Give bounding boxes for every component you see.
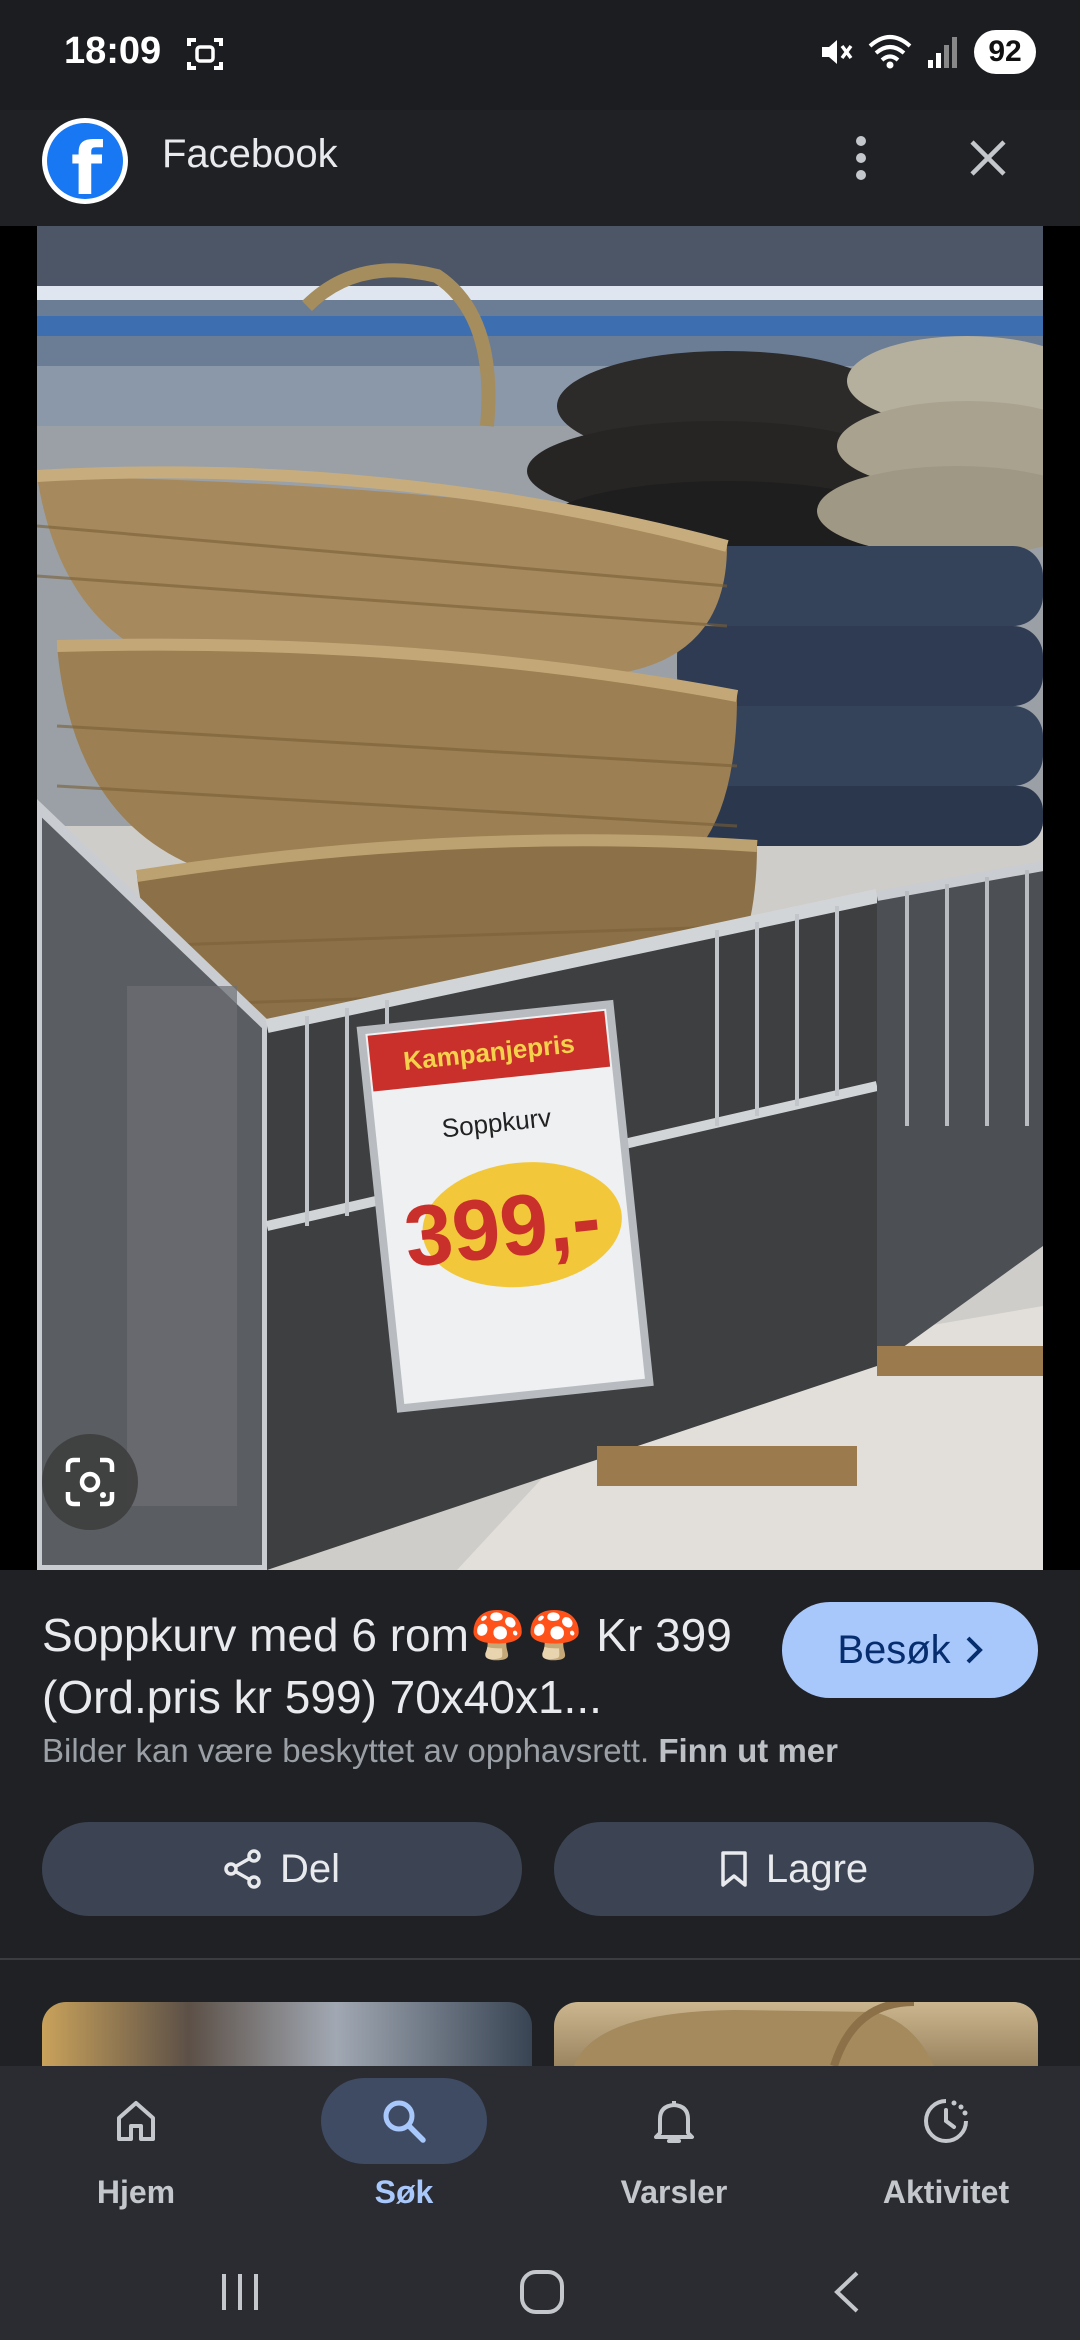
signal-icon — [926, 34, 960, 70]
page-title: Facebook — [162, 132, 338, 176]
system-home-icon — [520, 2270, 564, 2314]
share-button[interactable]: Del — [42, 1822, 522, 1916]
share-icon — [224, 1849, 261, 1889]
nav-item-activity[interactable]: Aktivitet — [826, 2066, 1066, 2244]
recent-apps-button[interactable] — [200, 2260, 280, 2324]
save-button[interactable]: Lagre — [554, 1822, 1034, 1916]
image-viewer: Kampanjepris Soppkurv 399,- — [0, 226, 1080, 1570]
back-icon — [834, 2271, 859, 2313]
nav-item-search[interactable]: Søk — [284, 2066, 524, 2244]
bottom-navigation: Hjem Søk Varsler Aktivitet — [0, 2066, 1080, 2244]
system-home-button[interactable] — [502, 2260, 582, 2324]
nav-label-activity: Aktivitet — [882, 2174, 1010, 2210]
home-icon — [53, 2078, 219, 2164]
nav-label-home: Hjem — [96, 2174, 176, 2210]
system-navigation-bar — [0, 2244, 1080, 2340]
status-icons: 92 — [818, 30, 1036, 74]
close-icon — [970, 140, 1006, 176]
battery-badge: 92 — [974, 30, 1036, 74]
search-icon — [321, 2078, 487, 2164]
back-button[interactable] — [806, 2260, 886, 2324]
bell-icon — [591, 2078, 757, 2164]
related-image-thumbnail[interactable] — [42, 2002, 532, 2066]
visit-button[interactable]: Besøk — [782, 1602, 1038, 1698]
related-image-thumbnail[interactable] — [554, 2002, 1038, 2066]
lens-icon — [65, 1457, 115, 1507]
nav-item-alerts[interactable]: Varsler — [554, 2066, 794, 2244]
nav-label-search: Søk — [374, 2174, 434, 2210]
divider — [0, 1958, 1080, 1960]
mute-icon — [818, 34, 854, 70]
nav-label-alerts: Varsler — [620, 2174, 728, 2210]
google-lens-button[interactable] — [42, 1434, 138, 1530]
save-label: Lagre — [765, 1846, 869, 1891]
screenshot-icon — [186, 36, 224, 72]
close-button[interactable] — [958, 126, 1018, 190]
more-options-button[interactable] — [836, 126, 886, 190]
activity-icon — [863, 2078, 1029, 2164]
status-bar: 18:09 92 — [0, 0, 1080, 110]
recents-icon — [222, 2274, 258, 2310]
app-header: f Facebook — [0, 110, 1080, 226]
nav-item-home[interactable]: Hjem — [16, 2066, 256, 2244]
facebook-logo-icon: f — [42, 118, 128, 204]
learn-more-link[interactable]: Finn ut mer — [658, 1732, 838, 1769]
visit-label: Besøk — [837, 1627, 951, 1672]
result-image[interactable]: Kampanjepris Soppkurv 399,- — [37, 226, 1043, 1570]
sign-price-text: 399,- — [400, 1170, 605, 1286]
share-label: Del — [279, 1846, 341, 1891]
status-time: 18:09 — [64, 30, 162, 72]
bookmark-icon — [721, 1851, 747, 1887]
chevron-right-icon — [966, 1636, 983, 1664]
copyright-text: Bilder kan være beskyttet av opphavsrett… — [42, 1732, 650, 1769]
copyright-notice: Bilder kan være beskyttet av opphavsrett… — [42, 1732, 838, 1770]
wifi-icon — [868, 34, 912, 70]
more-vert-icon — [856, 136, 866, 180]
result-title[interactable]: Soppkurv med 6 rom🍄🍄 Kr 399 (Ord.pris kr… — [42, 1604, 762, 1728]
